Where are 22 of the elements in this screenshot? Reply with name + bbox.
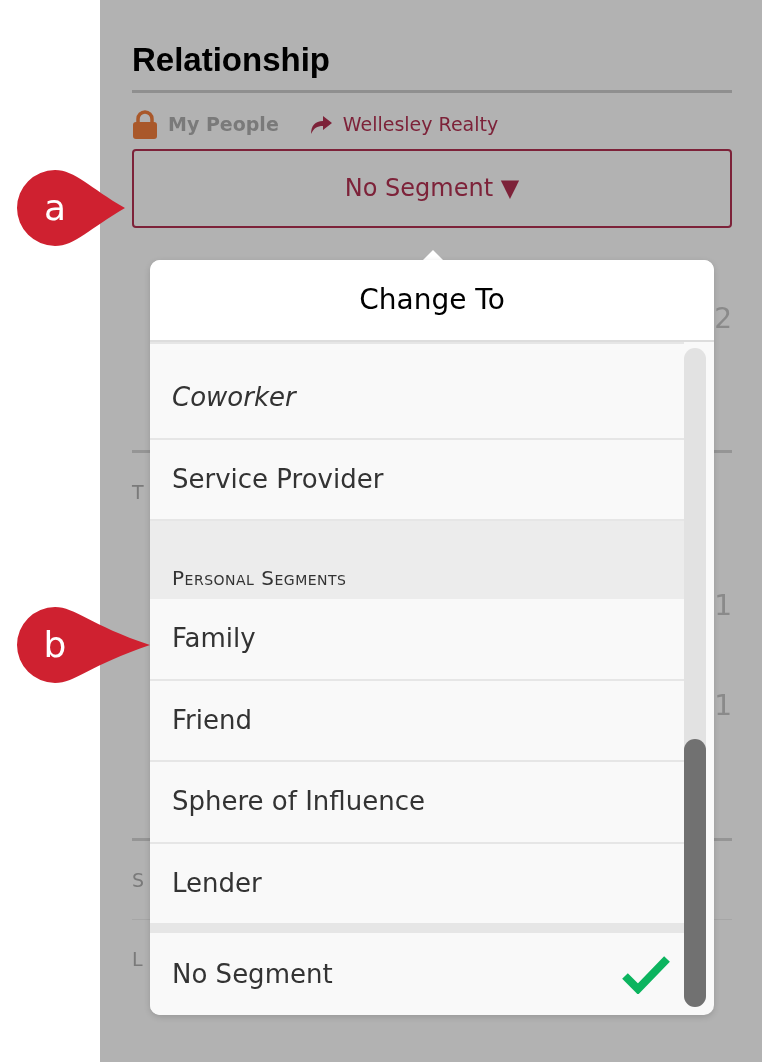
check-icon bbox=[622, 954, 670, 995]
share-icon bbox=[308, 114, 333, 135]
segment-option[interactable]: Lender bbox=[150, 843, 684, 926]
callout-label: b bbox=[43, 624, 67, 665]
segment-option[interactable]: Sphere of Influence bbox=[150, 762, 684, 844]
segment-dropdown[interactable]: No Segment ▼ bbox=[132, 148, 732, 228]
row-label: L bbox=[132, 947, 143, 973]
segment-option[interactable]: No Segment bbox=[150, 933, 684, 1015]
segment-option[interactable]: Service Provider bbox=[150, 439, 684, 522]
segment-option[interactable]: Friend bbox=[150, 680, 684, 763]
row-label: T bbox=[132, 480, 144, 506]
shared-with-link[interactable]: Wellesley Realty bbox=[342, 110, 499, 139]
row-label: S bbox=[132, 868, 145, 894]
lock-icon bbox=[132, 109, 158, 140]
segment-option[interactable]: Coworker bbox=[150, 358, 684, 440]
callout-label: a bbox=[43, 187, 67, 228]
section-title: Relationship bbox=[132, 40, 332, 80]
popover-title: Change To bbox=[359, 282, 505, 318]
scrollbar-thumb[interactable] bbox=[684, 739, 706, 1007]
section-header: Personal Segments bbox=[172, 564, 347, 592]
owner-label: My People bbox=[168, 112, 279, 138]
segment-option[interactable]: Family bbox=[150, 598, 684, 681]
